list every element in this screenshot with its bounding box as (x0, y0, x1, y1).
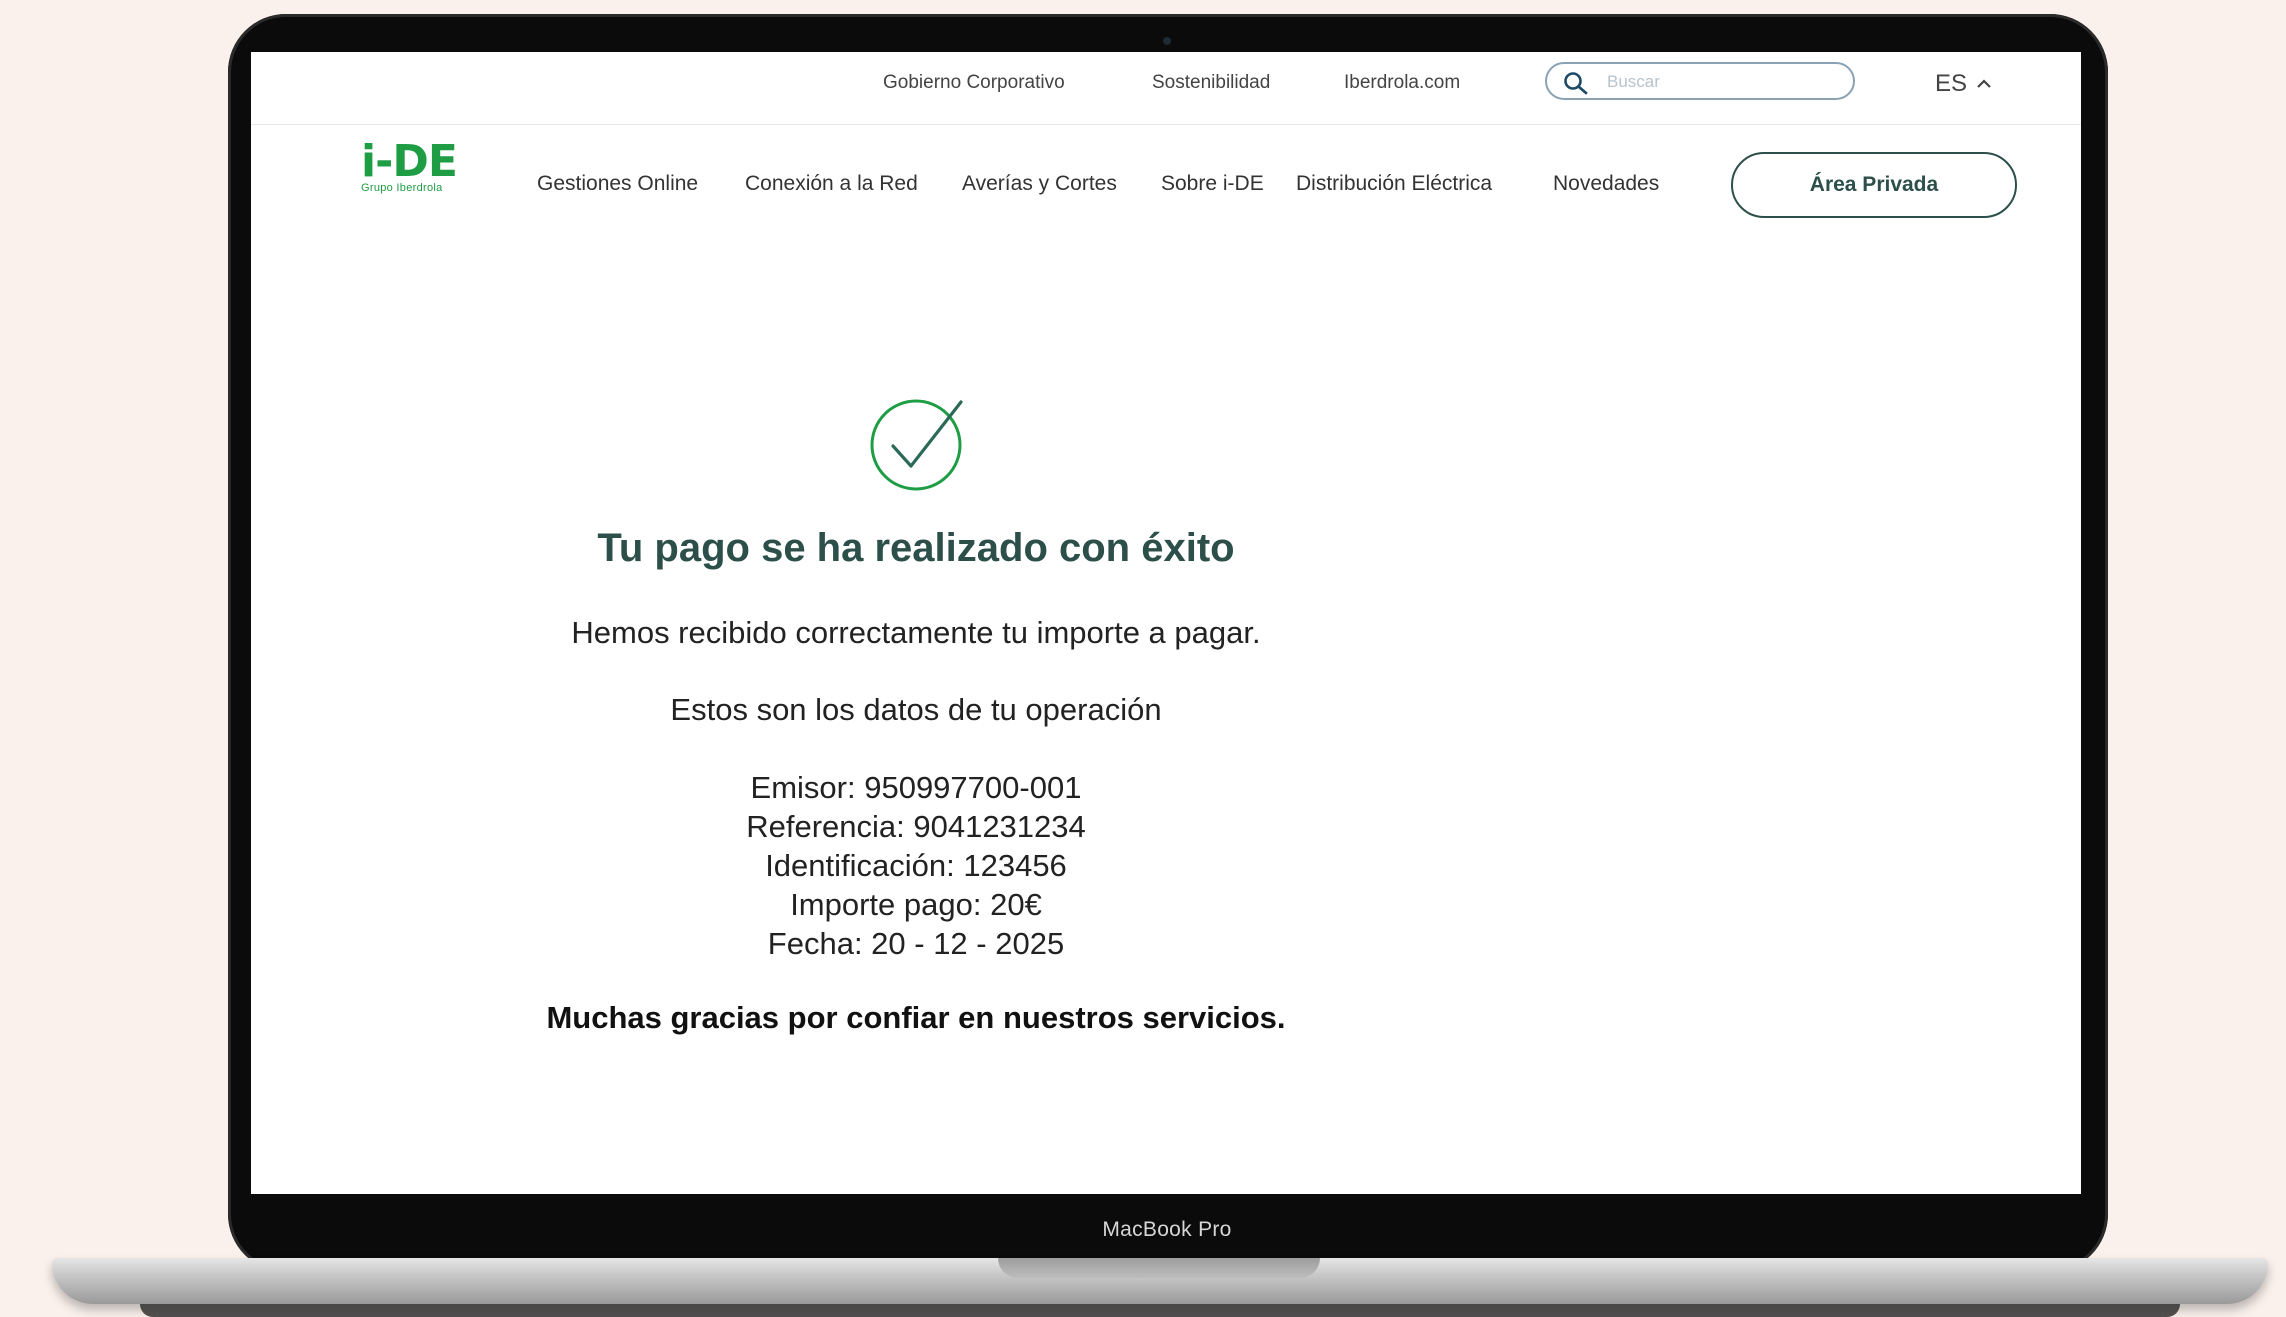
language-selector[interactable]: ES (1935, 70, 1993, 98)
details-intro: Estos son los datos de tu operación (670, 692, 1162, 727)
detail-identificacion: Identificación: 123456 (765, 848, 1067, 883)
success-check-icon (865, 396, 975, 497)
success-title: Tu pago se ha realizado con éxito (597, 526, 1235, 570)
macbook-model-label: MacBook Pro (1102, 1218, 1232, 1241)
search-icon (1564, 72, 1588, 95)
laptop-notch (998, 1258, 1320, 1278)
detail-fecha: Fecha: 20 - 12 - 2025 (767, 926, 1065, 961)
ide-logo[interactable]: i-DE Grupo Iberdrola (361, 140, 458, 195)
search-box[interactable] (1545, 62, 1855, 100)
top-utility-bar: Gobierno Corporativo Sostenibilidad Iber… (251, 52, 2081, 125)
operation-details: Emisor: 950997700-001 Referencia: 904123… (251, 768, 1581, 963)
laptop-base-shadow (140, 1304, 2180, 1317)
nav-novedades[interactable]: Novedades (1553, 172, 1659, 196)
area-privada-button[interactable]: Área Privada (1731, 152, 2017, 218)
logo-text: i-DE (361, 136, 458, 187)
toplink-gobierno-corporativo[interactable]: Gobierno Corporativo (883, 72, 1065, 94)
detail-importe: Importe pago: 20€ (790, 887, 1042, 922)
browser-screen: Gobierno Corporativo Sostenibilidad Iber… (251, 52, 2081, 1194)
detail-referencia: Referencia: 9041231234 (746, 809, 1086, 844)
nav-sobre-ide[interactable]: Sobre i-DE (1161, 172, 1264, 196)
nav-averias-cortes[interactable]: Averías y Cortes (962, 172, 1117, 196)
toplink-iberdrola[interactable]: Iberdrola.com (1344, 72, 1460, 94)
detail-emisor: Emisor: 950997700-001 (750, 770, 1082, 805)
search-input[interactable] (1605, 69, 1839, 95)
nav-distribucion-electrica[interactable]: Distribución Eléctrica (1296, 172, 1492, 196)
logo-subtext: Grupo Iberdrola (361, 182, 443, 194)
toplink-sostenibilidad[interactable]: Sostenibilidad (1152, 72, 1270, 94)
chevron-up-icon (1977, 79, 1991, 88)
camera-dot (1163, 37, 1171, 45)
language-label: ES (1935, 70, 1968, 97)
success-message: Hemos recibido correctamente tu importe … (571, 615, 1261, 650)
nav-gestiones-online[interactable]: Gestiones Online (537, 172, 698, 196)
thanks-message: Muchas gracias por confiar en nuestros s… (546, 1000, 1286, 1035)
nav-conexion-red[interactable]: Conexión a la Red (745, 172, 918, 196)
